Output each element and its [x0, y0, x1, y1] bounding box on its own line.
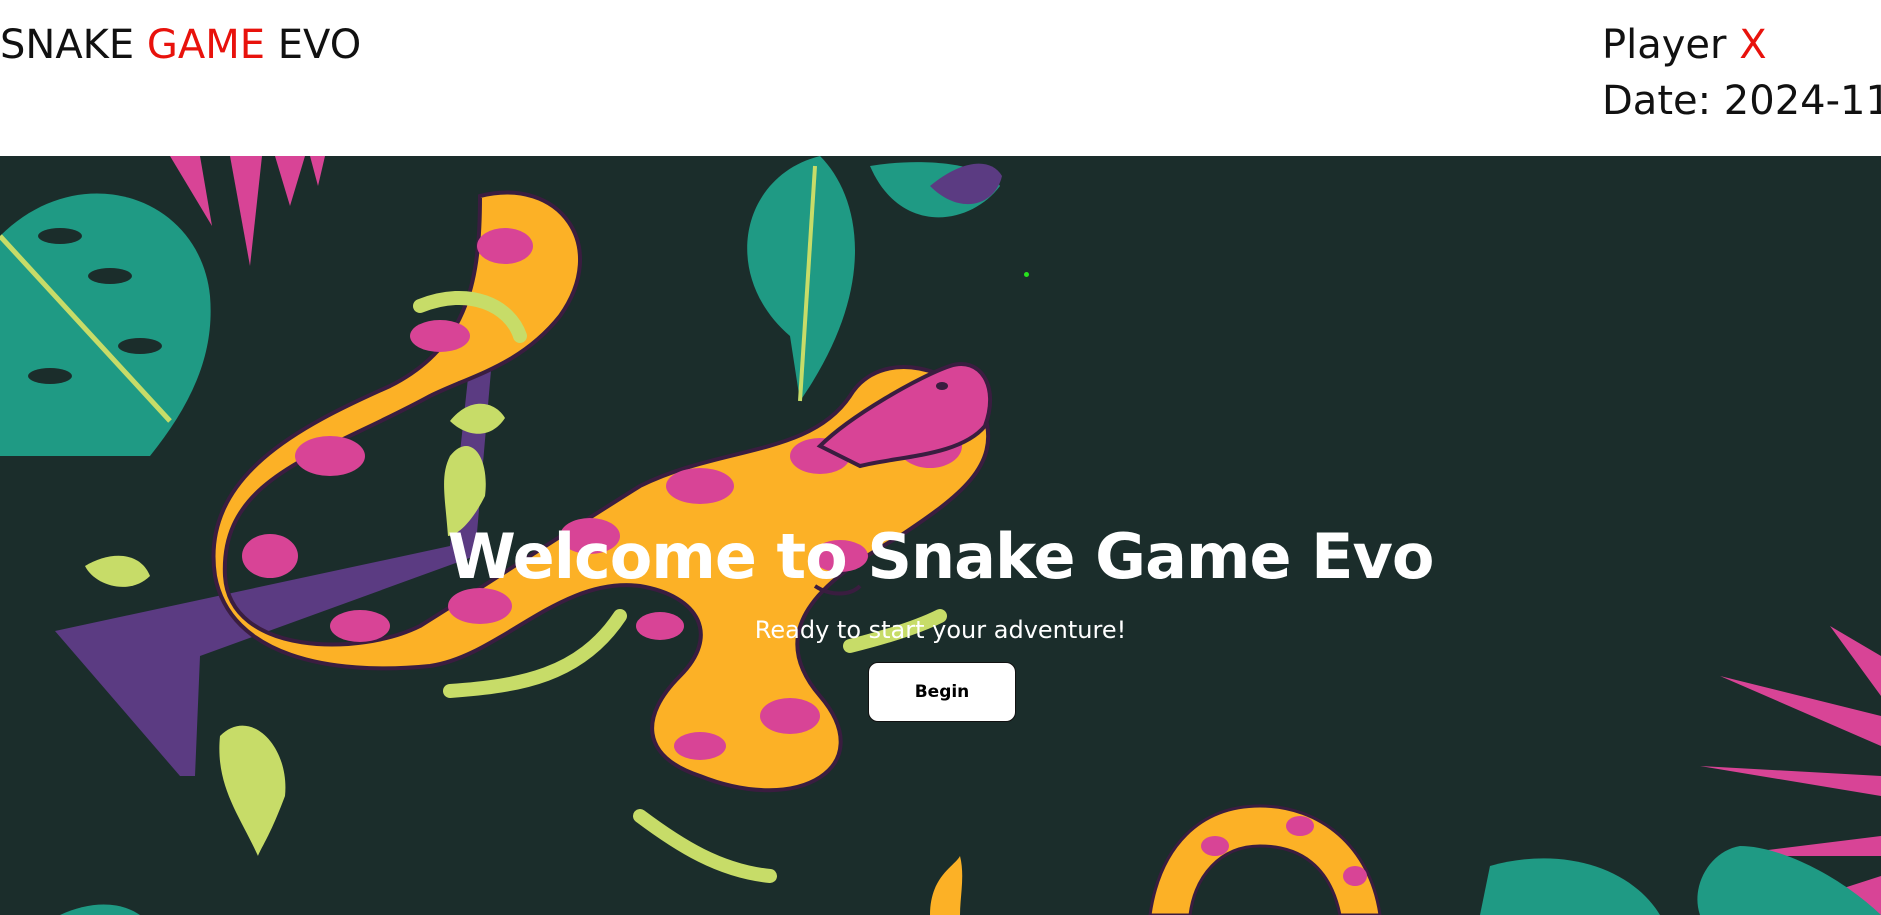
player-label: Player — [1602, 22, 1740, 68]
top-header: SNAKE GAME EVO Player X Date: 2024-11-9 — [0, 0, 1881, 156]
player-info: Player X — [1602, 22, 1767, 68]
begin-button[interactable]: Begin — [868, 662, 1016, 722]
food-dot — [1024, 272, 1029, 277]
logo-part-snake: SNAKE — [0, 22, 147, 68]
logo-part-game: GAME — [146, 22, 266, 68]
date-display: Date: 2024-11-9 — [1602, 78, 1881, 124]
welcome-title: Welcome to Snake Game Evo — [447, 520, 1434, 593]
welcome-subtitle: Ready to start your adventure! — [754, 616, 1127, 644]
logo-part-evo: EVO — [265, 22, 362, 68]
hero-section: Welcome to Snake Game Evo Ready to start… — [0, 156, 1881, 915]
game-logo: SNAKE GAME EVO — [0, 22, 361, 68]
player-name: X — [1739, 22, 1767, 68]
